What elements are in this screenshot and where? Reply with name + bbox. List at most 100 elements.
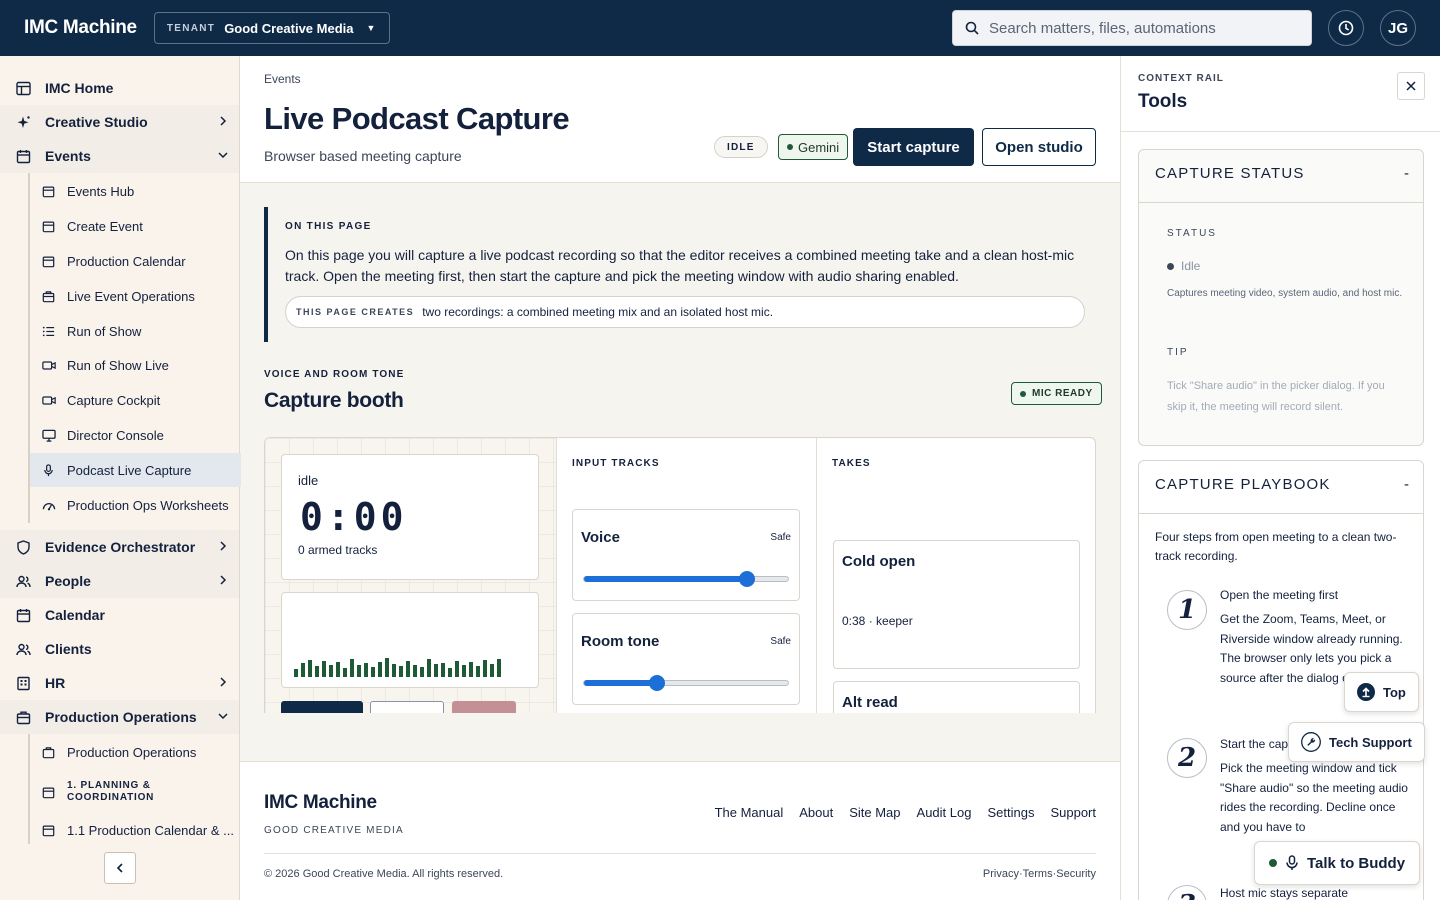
sidebar-subitem-planning[interactable]: 1. PLANNING & COORDINATION [30,771,241,813]
card-title: CAPTURE STATUS [1155,165,1305,182]
sidebar-subitem-podcast-live-capture[interactable]: Podcast Live Capture [30,453,241,487]
level-bar [364,663,368,677]
callout-text: On this page you will capture a live pod… [285,247,1075,284]
footer-link-audit-log[interactable]: Audit Log [917,805,972,820]
armed-tracks: 0 armed tracks [298,543,378,557]
step-title: Open the meeting first [1220,588,1339,602]
sidebar-subitem-director-console[interactable]: Director Console [30,418,241,452]
status-label: STATUS [1167,228,1217,239]
creates-label: THIS PAGE CREATES [296,307,415,317]
sidebar-item-clients[interactable]: Clients [0,632,239,666]
voice-level-slider[interactable] [583,571,789,587]
footer-link-about[interactable]: About [799,805,833,820]
chevron-right-icon[interactable] [217,574,229,586]
sidebar-subitem-capture-cockpit[interactable]: Capture Cockpit [30,383,241,417]
level-bar [385,658,389,677]
monitor-icon [42,429,56,442]
sidebar-item-people[interactable]: People [0,564,239,598]
footer-link-site-map[interactable]: Site Map [849,805,900,820]
sidebar-collapse-button[interactable] [104,852,136,884]
take-name: Alt read [842,694,898,711]
sidebar-item-events[interactable]: Events [0,139,239,173]
status-badge: IDLE [714,136,768,158]
sidebar-item-label: Production Operations [45,709,197,725]
search-input[interactable]: Search matters, files, automations [989,20,1216,37]
record-button[interactable] [281,701,363,713]
chevron-right-icon[interactable] [217,115,229,127]
sidebar-subitem-production-operations[interactable]: Production Operations [30,735,241,769]
footer-link-manual[interactable]: The Manual [715,805,784,820]
page-title: Live Podcast Capture [264,101,570,136]
sidebar-item-label: Events [45,148,91,164]
sidebar-item-evidence-orchestrator[interactable]: Evidence Orchestrator [0,530,239,564]
sidebar-subitem-events-hub[interactable]: Events Hub [30,174,241,208]
input-tracks-heading: INPUT TRACKS [572,458,660,469]
level-bar [413,665,417,677]
top-label: Top [1383,684,1406,700]
breadcrumb[interactable]: Events [264,72,301,86]
card-collapse-toggle[interactable]: - [1404,165,1409,182]
engine-label: Gemini [798,139,840,155]
sidebar-item-calendar[interactable]: Calendar [0,598,239,632]
level-bar [420,667,424,677]
step-number: 3 [1167,885,1207,900]
slider-knob[interactable] [739,571,756,587]
chevron-down-icon[interactable] [217,149,229,161]
tenant-selector[interactable]: TENANT Good Creative Media ▼ [153,12,391,44]
talk-to-buddy-button[interactable]: Talk to Buddy [1254,841,1421,885]
card-collapse-toggle[interactable]: - [1404,476,1409,493]
timer-value: 0:00 [300,495,408,539]
footer-link-support[interactable]: Support [1050,805,1096,820]
calendar-icon [42,786,56,799]
open-studio-button[interactable]: Open studio [982,128,1096,166]
sidebar-item-imc-home[interactable]: IMC Home [0,71,239,105]
sidebar-subitem-live-event-operations[interactable]: Live Event Operations [30,279,241,313]
footer-legal-links[interactable]: Privacy·Terms·Security [983,868,1096,880]
list-icon [42,325,56,338]
room-tone-level-slider[interactable] [583,675,789,691]
take-item[interactable]: Cold open 0:38 · keeper [833,540,1080,669]
calendar-icon [16,149,31,164]
sidebar-item-hr[interactable]: HR [0,666,239,700]
takes-heading: TAKES [832,458,871,469]
footer-copyright: © 2026 Good Creative Media. All rights r… [264,868,504,880]
footer-link-settings[interactable]: Settings [987,805,1034,820]
pause-button[interactable] [370,701,444,713]
slider-knob[interactable] [649,675,666,691]
sidebar-item-creative-studio[interactable]: Creative Studio [0,105,239,139]
user-avatar[interactable]: JG [1380,10,1416,46]
calendar-icon [16,608,31,623]
sidebar-subitem-production-calendar[interactable]: Production Calendar [30,244,241,278]
chevron-right-icon[interactable] [217,540,229,552]
tech-support-button[interactable]: Tech Support [1288,722,1425,762]
back-to-top-button[interactable]: Top [1344,672,1419,712]
callout-heading: ON THIS PAGE [285,221,372,232]
sidebar-subitem-production-ops-worksheets[interactable]: Production Ops Worksheets [30,488,241,522]
mic-ready-label: MIC READY [1032,388,1093,399]
chevron-down-icon[interactable] [217,710,229,722]
takes-column: TAKES Cold open 0:38 · keeper Alt read [817,438,1095,713]
subitem-label: Podcast Live Capture [67,462,192,478]
level-bar [357,665,361,677]
search-box[interactable]: Search matters, files, automations [952,10,1312,46]
status-dot-icon [787,144,793,150]
sidebar-subitem-create-event[interactable]: Create Event [30,209,241,243]
rail-title: Tools [1138,91,1188,112]
chevron-right-icon[interactable] [217,676,229,688]
sidebar-item-production-operations[interactable]: Production Operations [0,700,239,734]
sidebar-subitem-run-of-show[interactable]: Run of Show [30,314,241,348]
sidebar-subitem-run-of-show-live[interactable]: Run of Show Live [30,348,241,382]
level-bar [350,659,354,677]
events-submenu: Events Hub Create Event Production Calen… [28,173,241,523]
app-logo[interactable]: IMC Machine [24,17,137,39]
level-bar [294,669,298,677]
upload-icon [1357,683,1375,701]
rail-close-button[interactable] [1397,72,1425,100]
take-item[interactable]: Alt read [833,681,1080,713]
history-button[interactable] [1328,10,1364,46]
status-value-row: Idle [1167,259,1200,273]
sidebar-subitem-production-calendar-1-1[interactable]: 1.1 Production Calendar & ... [30,813,241,847]
start-capture-button[interactable]: Start capture [853,128,974,166]
footer-brand: IMC Machine [264,792,377,813]
discard-button[interactable] [452,701,516,713]
